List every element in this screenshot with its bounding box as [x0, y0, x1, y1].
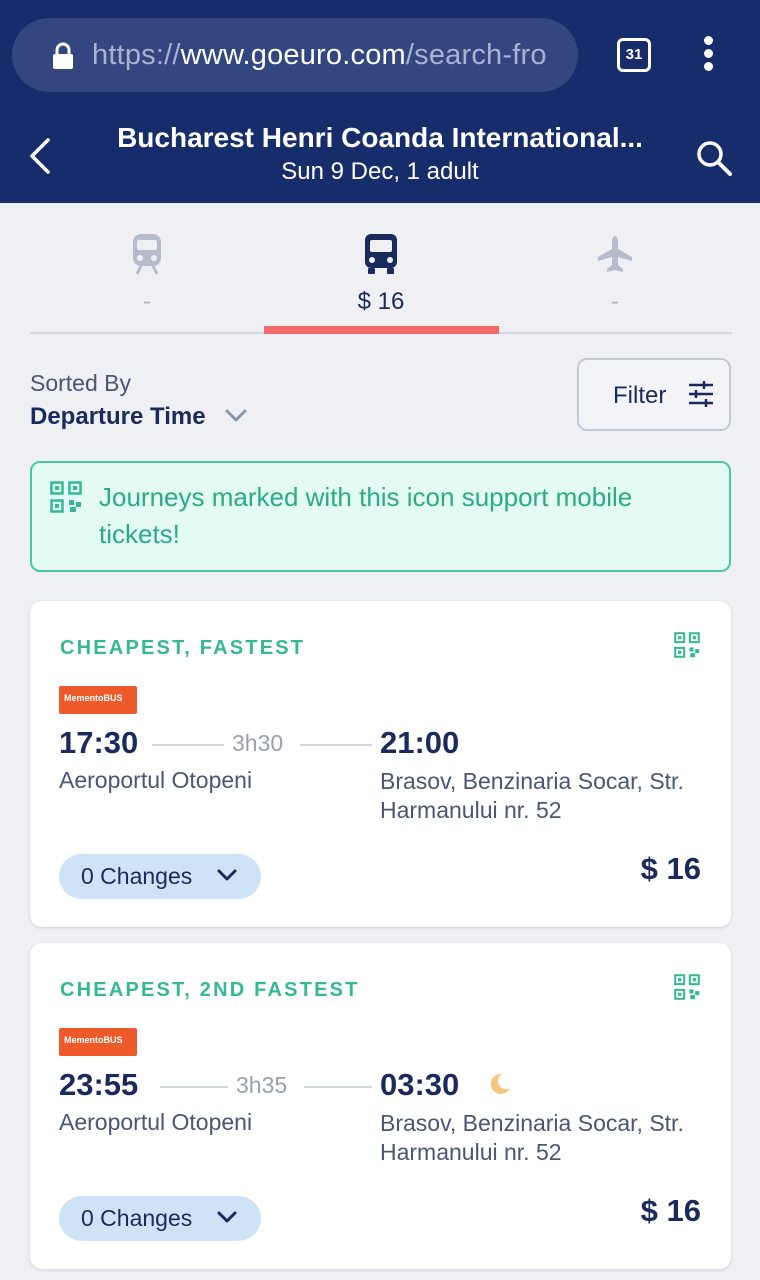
departure-time: 23:55 — [59, 1067, 139, 1102]
duration-line — [300, 744, 372, 746]
qr-code-icon — [674, 632, 700, 658]
flight-price: - — [611, 288, 619, 315]
changes-label: 0 Changes — [81, 863, 193, 889]
bus-price: $ 16 — [357, 288, 405, 315]
tab-flight[interactable]: - — [498, 226, 732, 334]
transport-mode-tabs: - $ 16 - — [30, 226, 732, 334]
app-header: Bucharest Henri Coanda International... … — [0, 108, 760, 203]
operator-name: MementoBUS — [64, 1035, 123, 1045]
sort-dropdown[interactable]: Departure Time — [30, 403, 206, 431]
duration: 3h30 — [224, 730, 292, 757]
url-scheme: https:// — [92, 39, 181, 71]
active-tab-indicator — [264, 326, 499, 334]
changes-label: 0 Changes — [81, 1205, 193, 1231]
changes-toggle[interactable]: 0 Changes — [59, 854, 261, 899]
tab-train[interactable]: - — [30, 226, 264, 334]
url-text: https://www.goeuro.com/search-fro — [92, 18, 547, 92]
browser-menu-icon[interactable] — [698, 36, 718, 76]
route-title: Bucharest Henri Coanda International... — [117, 122, 643, 153]
arrival-time: 21:00 — [380, 725, 460, 760]
sort-label: Sorted By — [30, 370, 131, 396]
moon-icon — [490, 1073, 510, 1094]
operator-logo: MementoBUS — [59, 686, 137, 714]
duration-line — [304, 1086, 372, 1088]
qr-code-icon — [674, 974, 700, 1000]
operator-name: MementoBUS — [64, 693, 123, 703]
tab-bus[interactable]: $ 16 — [264, 226, 498, 334]
lock-icon — [53, 42, 73, 69]
url-path: /search-fro — [405, 39, 547, 71]
chevron-down-icon — [217, 869, 237, 881]
journey-price: $ 16 — [640, 851, 701, 886]
banner-text: Journeys marked with this icon support m… — [99, 482, 633, 549]
route-subtitle: Sun 9 Dec, 1 adult — [281, 158, 479, 185]
arrival-station: Brasov, Benzinaria Socar, Str. Harmanulu… — [380, 768, 684, 823]
duration-line — [160, 1086, 228, 1088]
qr-code-icon — [50, 481, 82, 513]
browser-toolbar: https://www.goeuro.com/search-fro 31 — [0, 0, 760, 108]
journey-price: $ 16 — [640, 1193, 701, 1228]
filter-button[interactable]: Filter — [577, 358, 731, 431]
departure-station: Aeroportul Otopeni — [59, 767, 253, 793]
departure-time: 17:30 — [59, 725, 139, 760]
duration: 3h35 — [228, 1072, 296, 1099]
journey-tag: CHEAPEST, FASTEST — [60, 637, 306, 659]
plane-icon — [598, 236, 632, 272]
train-icon — [133, 234, 161, 275]
changes-toggle[interactable]: 0 Changes — [59, 1196, 261, 1241]
duration-line — [152, 744, 227, 746]
journey-tag: CHEAPEST, 2ND FASTEST — [60, 979, 360, 1001]
tab-count: 31 — [625, 46, 643, 63]
departure-station: Aeroportul Otopeni — [59, 1109, 253, 1135]
tab-switcher-button[interactable]: 31 — [617, 38, 651, 72]
back-arrow-icon[interactable] — [22, 132, 62, 180]
journey-card[interactable]: CHEAPEST, 2ND FASTEST MementoBUS 23:55 3… — [30, 943, 731, 1269]
mobile-ticket-banner: Journeys marked with this icon support m… — [30, 461, 731, 572]
sliders-icon — [689, 381, 713, 407]
chevron-down-icon[interactable] — [224, 408, 248, 424]
train-price: - — [143, 288, 151, 315]
url-host: www.goeuro.com — [180, 39, 406, 71]
search-icon[interactable] — [694, 138, 734, 178]
journey-card[interactable]: CHEAPEST, FASTEST MementoBUS 17:30 3h30 … — [30, 601, 731, 927]
arrival-time: 03:30 — [380, 1067, 460, 1102]
arrival-station: Brasov, Benzinaria Socar, Str. Harmanulu… — [380, 1110, 684, 1165]
operator-logo: MementoBUS — [59, 1028, 137, 1056]
filter-label: Filter — [613, 382, 667, 409]
chevron-down-icon — [217, 1211, 237, 1223]
address-bar[interactable]: https://www.goeuro.com/search-fro — [12, 18, 578, 92]
bus-icon — [365, 234, 397, 274]
